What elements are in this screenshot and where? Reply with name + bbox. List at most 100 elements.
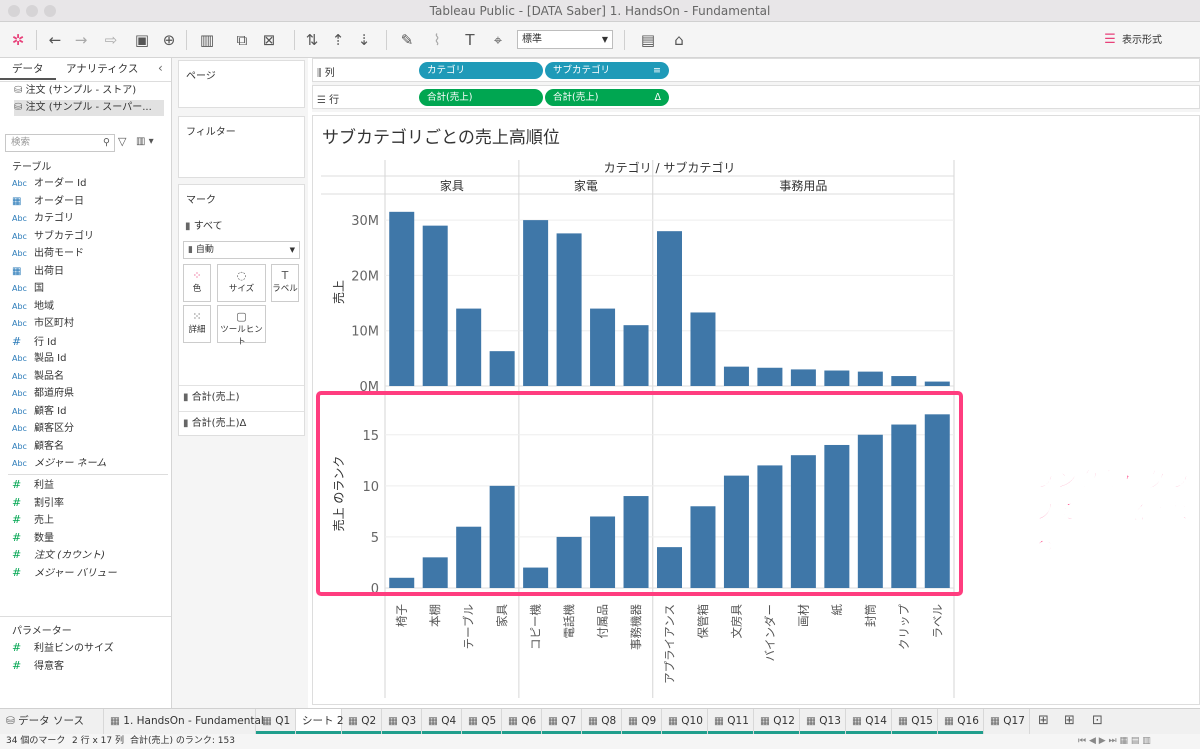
duplicate-sheet-icon[interactable]: ⧉ bbox=[230, 29, 254, 51]
field-measure[interactable]: # 数量 bbox=[12, 529, 54, 546]
bar[interactable] bbox=[723, 475, 749, 588]
field-dimension[interactable]: Abc 製品名 bbox=[12, 368, 64, 385]
sheet-tab[interactable]: ▦ Q3 bbox=[382, 709, 422, 734]
sheet-tab[interactable]: ▦ Q10 bbox=[662, 709, 708, 734]
tab-data[interactable]: データ bbox=[0, 58, 56, 80]
pill-category[interactable]: カテゴリ bbox=[419, 62, 543, 79]
bar[interactable] bbox=[623, 325, 649, 386]
field-search-input[interactable]: 検索 ⚲ bbox=[5, 134, 115, 152]
filter-icon[interactable]: ▽ bbox=[118, 135, 126, 148]
presentation-mode-icon[interactable]: ⌂ bbox=[668, 29, 690, 51]
field-dimension[interactable]: Abc 国 bbox=[12, 280, 44, 297]
bar[interactable] bbox=[489, 485, 515, 588]
sheet-tab[interactable]: シート 2 bbox=[296, 709, 344, 734]
sheet-tab[interactable]: ▦ Q5 bbox=[462, 709, 502, 734]
bar[interactable] bbox=[556, 536, 582, 588]
bar[interactable] bbox=[556, 233, 582, 386]
sheet-tab[interactable]: ▦ Q17 bbox=[984, 709, 1030, 734]
save-icon[interactable]: ▣ bbox=[132, 29, 152, 51]
bar[interactable] bbox=[824, 370, 850, 386]
bar[interactable] bbox=[422, 557, 448, 588]
tooltip-button[interactable]: ▢ ツールヒント bbox=[217, 305, 266, 347]
field-dimension[interactable]: Abc 地域 bbox=[12, 298, 54, 315]
bar[interactable] bbox=[690, 506, 716, 588]
bar[interactable] bbox=[590, 516, 616, 588]
sort-descending-icon[interactable]: ⇣ bbox=[354, 29, 374, 51]
sheet-tab[interactable]: ▦ 1. HandsOn - Fundamental bbox=[104, 709, 264, 734]
sheet-tab[interactable]: ▦ Q16 bbox=[938, 709, 984, 734]
field-dimension[interactable]: ▦ オーダー日 bbox=[12, 193, 84, 210]
show-me-icon[interactable]: ☰ bbox=[1100, 29, 1120, 51]
bar[interactable] bbox=[757, 367, 783, 386]
detail-button[interactable]: ⁙ 詳細 bbox=[183, 305, 211, 343]
field-dimension[interactable]: Abc 市区町村 bbox=[12, 315, 74, 332]
bar[interactable] bbox=[924, 414, 950, 588]
bar[interactable] bbox=[790, 455, 816, 588]
field-parameter[interactable]: # 得意客 bbox=[12, 657, 64, 674]
show-me-button[interactable]: 表示形式 bbox=[1122, 31, 1162, 46]
undo-icon[interactable]: ← bbox=[44, 29, 66, 51]
columns-shelf[interactable]: ⫼ 列 カテゴリ サブカテゴリ ≡ bbox=[312, 58, 1200, 82]
fit-select[interactable]: 標準 ▼ bbox=[517, 30, 613, 49]
sheet-tab[interactable]: ▦ Q15 bbox=[892, 709, 938, 734]
color-button[interactable]: ⁘ 色 bbox=[183, 264, 211, 302]
sheet-tab[interactable]: ▦ Q6 bbox=[502, 709, 542, 734]
pill-subcategory[interactable]: サブカテゴリ ≡ bbox=[545, 62, 669, 79]
field-dimension[interactable]: Abc 都道府県 bbox=[12, 385, 74, 402]
bar[interactable] bbox=[590, 308, 616, 386]
sort-ascending-icon[interactable]: ⇡ bbox=[328, 29, 348, 51]
pages-card[interactable]: ページ bbox=[178, 60, 305, 108]
marks-row-sales[interactable]: ▮ 合計(売上) bbox=[183, 387, 303, 409]
bar[interactable] bbox=[389, 211, 415, 386]
bar[interactable] bbox=[857, 371, 883, 386]
field-dimension[interactable]: Abc メジャー ネーム bbox=[12, 455, 106, 472]
bar[interactable] bbox=[456, 308, 482, 386]
show-cards-icon[interactable]: ▤ bbox=[634, 29, 662, 51]
bar[interactable] bbox=[857, 434, 883, 588]
datasource-super[interactable]: ⛁ 注文 (サンプル - スーパー... bbox=[14, 100, 164, 116]
field-measure[interactable]: # 利益 bbox=[12, 476, 54, 493]
field-dimension[interactable]: Abc 顧客区分 bbox=[12, 420, 74, 437]
field-dimension[interactable]: Abc 顧客 Id bbox=[12, 403, 66, 420]
sheet-tab[interactable]: ▦ Q11 bbox=[708, 709, 754, 734]
bar[interactable] bbox=[389, 577, 415, 588]
marks-row-sales-rank[interactable]: ▮ 合計(売上)Δ bbox=[183, 413, 303, 435]
datasource-store[interactable]: ⛁ 注文 (サンプル - ストア) bbox=[14, 83, 164, 99]
fix-axes-icon[interactable]: ⌖ bbox=[488, 29, 508, 51]
bar[interactable] bbox=[657, 547, 682, 588]
field-dimension[interactable]: Abc サブカテゴリ bbox=[12, 228, 94, 245]
tab-analytics[interactable]: アナリティクス bbox=[54, 58, 150, 80]
bar[interactable] bbox=[824, 444, 850, 588]
marks-all-row[interactable]: ▮ すべて bbox=[185, 217, 223, 232]
new-worksheet-icon[interactable]: ⊞ bbox=[1038, 713, 1049, 728]
bar[interactable] bbox=[523, 220, 549, 386]
new-dashboard-icon[interactable]: ⊞ bbox=[1064, 713, 1075, 728]
new-datasource-icon[interactable]: ⊕ bbox=[158, 29, 180, 51]
new-story-icon[interactable]: ⊡ bbox=[1092, 713, 1103, 728]
collapse-pane-icon[interactable]: ‹ bbox=[158, 61, 163, 75]
field-dimension[interactable]: Abc 製品 Id bbox=[12, 350, 66, 367]
redo-icon[interactable]: → bbox=[70, 29, 92, 51]
sheet-tab[interactable]: ▦ Q7 bbox=[542, 709, 582, 734]
field-dimension[interactable]: ▦ 出荷日 bbox=[12, 263, 64, 280]
bar[interactable] bbox=[891, 424, 917, 588]
show-mark-labels-icon[interactable]: T bbox=[460, 29, 480, 51]
field-dimension[interactable]: Abc 出荷モード bbox=[12, 245, 84, 262]
sheet-tab[interactable]: ▦ Q4 bbox=[422, 709, 462, 734]
field-measure[interactable]: # 売上 bbox=[12, 511, 54, 528]
size-button[interactable]: ◌ サイズ bbox=[217, 264, 266, 302]
rows-shelf[interactable]: ☰ 行 合計(売上) 合計(売上) Δ bbox=[312, 85, 1200, 109]
field-dimension[interactable]: # 行 Id bbox=[12, 333, 56, 350]
bar[interactable] bbox=[657, 231, 682, 386]
sheet-tab[interactable]: ▦ Q14 bbox=[846, 709, 892, 734]
field-measure[interactable]: # 割引率 bbox=[12, 494, 64, 511]
sheet-tab[interactable]: ▦ Q1 bbox=[256, 709, 296, 734]
view-options-icon[interactable]: ▥ ▾ bbox=[136, 136, 154, 147]
field-measure[interactable]: # メジャー バリュー bbox=[12, 564, 117, 581]
bar[interactable] bbox=[456, 526, 482, 588]
field-dimension[interactable]: Abc カテゴリ bbox=[12, 210, 74, 227]
field-measure[interactable]: # 注文 (カウント) bbox=[12, 546, 105, 563]
pill-sum-sales-rank[interactable]: 合計(売上) Δ bbox=[545, 89, 669, 106]
label-button[interactable]: T ラベル bbox=[271, 264, 299, 302]
tab-data-source[interactable]: ⛁ データ ソース bbox=[0, 709, 104, 734]
